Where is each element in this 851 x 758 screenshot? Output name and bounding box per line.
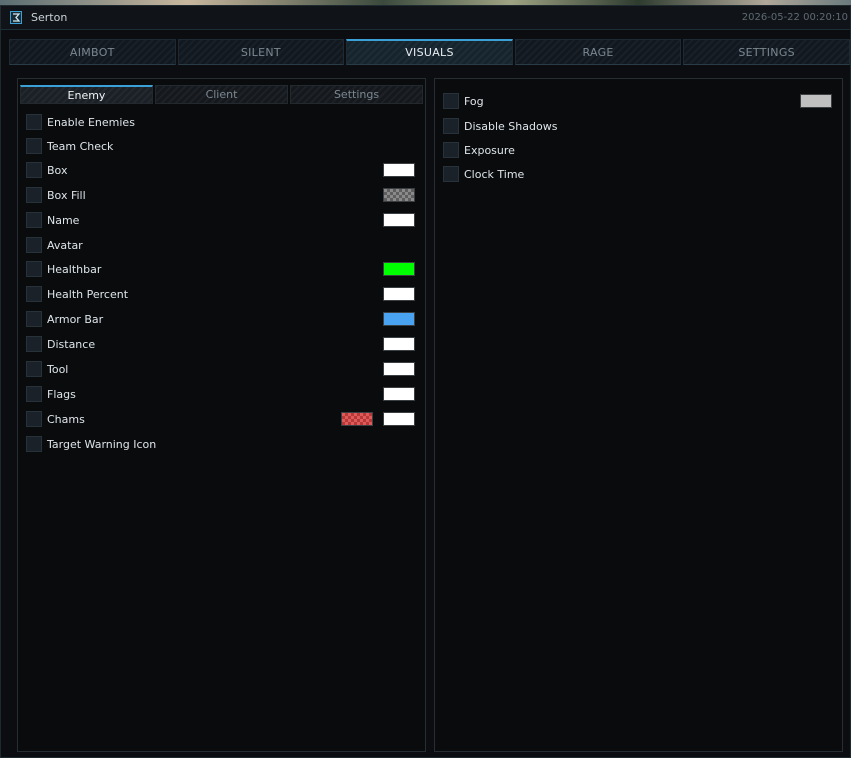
- checkbox[interactable]: [26, 436, 42, 452]
- option-label: Health Percent: [47, 288, 129, 301]
- subtab-settings[interactable]: Settings: [290, 85, 423, 104]
- checkbox[interactable]: [26, 237, 42, 253]
- color-picker[interactable]: [383, 312, 415, 326]
- option-label: Distance: [47, 338, 96, 351]
- checkbox[interactable]: [26, 261, 42, 277]
- color-picker[interactable]: [383, 163, 415, 177]
- option-label: Team Check: [47, 140, 114, 153]
- option-clock-time: Clock Time: [443, 166, 835, 184]
- option-fog: Fog: [443, 93, 835, 111]
- option-chams: Chams: [26, 411, 418, 429]
- checkbox[interactable]: [26, 212, 42, 228]
- color-picker[interactable]: [383, 337, 415, 351]
- timestamp: 2026-05-22 00:20:10: [741, 12, 848, 23]
- option-label: Box Fill: [47, 189, 86, 202]
- checkbox[interactable]: [26, 187, 42, 203]
- option-disable-shadows: Disable Shadows: [443, 118, 835, 136]
- option-healthbar: Healthbar: [26, 261, 418, 279]
- app-title: Serton: [31, 11, 68, 24]
- option-target-warning-icon: Target Warning Icon: [26, 436, 418, 454]
- tab-rage[interactable]: RAGE: [514, 39, 682, 65]
- checkbox[interactable]: [26, 361, 42, 377]
- option-label: Name: [47, 214, 80, 227]
- option-name: Name: [26, 212, 418, 230]
- checkbox[interactable]: [26, 114, 42, 130]
- checkbox[interactable]: [26, 286, 42, 302]
- checkbox[interactable]: [443, 93, 459, 109]
- enemy-visuals-panel: Enemy Client Settings Enable Enemies Tea…: [17, 78, 426, 752]
- option-label: Armor Bar: [47, 313, 104, 326]
- color-picker-outline[interactable]: [383, 412, 415, 426]
- option-tool: Tool: [26, 361, 418, 379]
- option-exposure: Exposure: [443, 142, 835, 160]
- subtab-enemy[interactable]: Enemy: [20, 85, 153, 104]
- option-avatar: Avatar: [26, 237, 418, 255]
- option-label: Enable Enemies: [47, 116, 135, 129]
- option-flags: Flags: [26, 386, 418, 404]
- option-box: Box: [26, 162, 418, 180]
- color-picker-fill[interactable]: [341, 412, 373, 426]
- checkbox[interactable]: [26, 162, 42, 178]
- color-picker[interactable]: [383, 188, 415, 202]
- option-label: Fog: [464, 95, 484, 108]
- tab-visuals[interactable]: VISUALS: [346, 39, 513, 65]
- main-tab-bar: AIMBOT SILENT VISUALS RAGE SETTINGS: [9, 39, 850, 65]
- option-armor-bar: Armor Bar: [26, 311, 418, 329]
- option-label: Exposure: [464, 144, 515, 157]
- color-picker[interactable]: [383, 362, 415, 376]
- option-enable-enemies: Enable Enemies: [26, 114, 418, 132]
- checkbox[interactable]: [443, 142, 459, 158]
- color-picker[interactable]: [383, 387, 415, 401]
- option-label: Flags: [47, 388, 76, 401]
- sub-tab-bar: Enemy Client Settings: [20, 85, 423, 104]
- tab-aimbot[interactable]: AIMBOT: [9, 39, 176, 65]
- option-label: Box: [47, 164, 68, 177]
- color-picker[interactable]: [383, 287, 415, 301]
- option-label: Healthbar: [47, 263, 102, 276]
- title-bar[interactable]: Serton 2026-05-22 00:20:10: [1, 6, 850, 30]
- cheat-menu-window: Serton 2026-05-22 00:20:10 AIMBOT SILENT…: [0, 5, 851, 758]
- option-label: Avatar: [47, 239, 83, 252]
- option-label: Target Warning Icon: [47, 438, 157, 451]
- option-box-fill: Box Fill: [26, 187, 418, 205]
- color-picker[interactable]: [383, 213, 415, 227]
- checkbox[interactable]: [26, 386, 42, 402]
- option-label: Clock Time: [464, 168, 525, 181]
- option-label: Chams: [47, 413, 85, 426]
- color-picker[interactable]: [383, 262, 415, 276]
- world-visuals-panel: Fog Disable Shadows Exposure Clock Time: [434, 78, 843, 752]
- checkbox[interactable]: [26, 336, 42, 352]
- option-label: Tool: [47, 363, 69, 376]
- sigma-icon: [10, 10, 22, 24]
- option-team-check: Team Check: [26, 138, 418, 156]
- option-distance: Distance: [26, 336, 418, 354]
- checkbox[interactable]: [26, 411, 42, 427]
- option-label: Disable Shadows: [464, 120, 558, 133]
- subtab-client[interactable]: Client: [155, 85, 288, 104]
- checkbox[interactable]: [26, 138, 42, 154]
- tab-silent[interactable]: SILENT: [177, 39, 345, 65]
- tab-settings[interactable]: SETTINGS: [683, 39, 850, 65]
- checkbox[interactable]: [443, 166, 459, 182]
- color-picker[interactable]: [800, 94, 832, 108]
- checkbox[interactable]: [26, 311, 42, 327]
- checkbox[interactable]: [443, 118, 459, 134]
- option-health-percent: Health Percent: [26, 286, 418, 304]
